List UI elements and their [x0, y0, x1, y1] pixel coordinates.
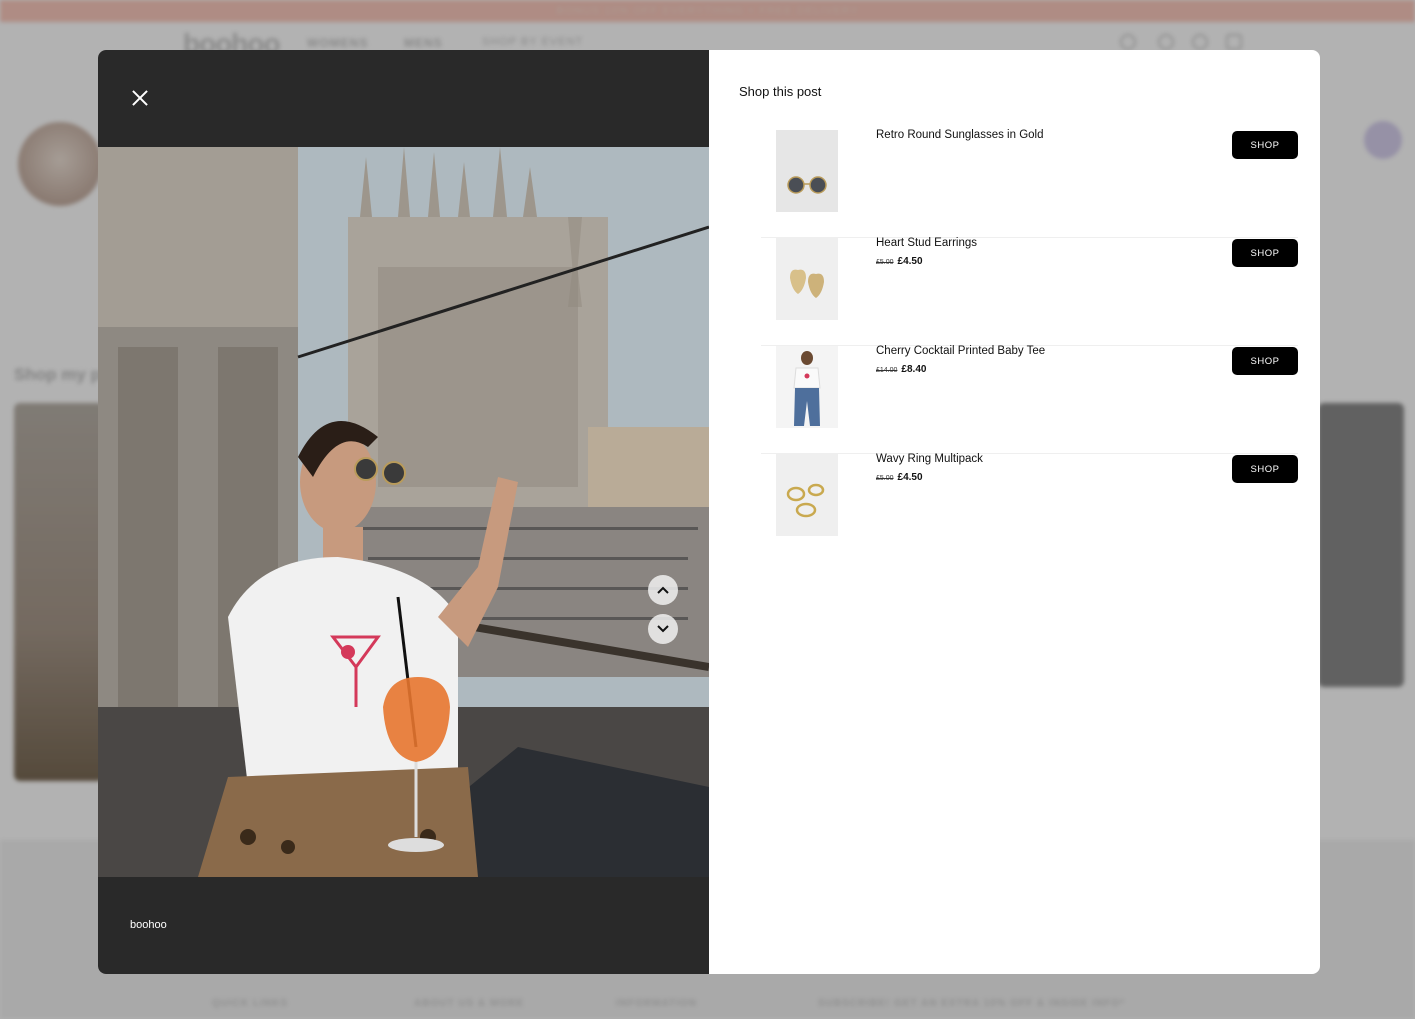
product-name[interactable]: Heart Stud Earrings — [876, 237, 977, 249]
products-pane: Shop this post Retro Round Sunglasses in… — [709, 50, 1320, 974]
post-photo — [98, 147, 709, 877]
product-thumbnail[interactable] — [776, 130, 838, 212]
product-name[interactable]: Retro Round Sunglasses in Gold — [876, 129, 1044, 141]
product-price: £5.00 £4.50 — [876, 256, 923, 267]
sale-price: £8.40 — [901, 364, 927, 375]
product-name[interactable]: Cherry Cocktail Printed Baby Tee — [876, 345, 1045, 357]
was-price: £5.00 — [876, 475, 894, 482]
product-price: £5.00 £4.50 — [876, 472, 923, 483]
shop-button[interactable]: SHOP — [1232, 131, 1298, 159]
shop-button[interactable]: SHOP — [1232, 347, 1298, 375]
product-thumbnail[interactable] — [776, 346, 838, 428]
product-item: Wavy Ring Multipack £5.00 £4.50 SHOP — [761, 453, 1298, 562]
product-item: Cherry Cocktail Printed Baby Tee £14.00 £… — [761, 345, 1298, 454]
product-list: Retro Round Sunglasses in Gold SHOP Hear… — [761, 129, 1298, 562]
shop-button[interactable]: SHOP — [1232, 239, 1298, 267]
shop-post-modal: boohoo Shop this post Retro Round Sungla… — [98, 50, 1320, 974]
product-name[interactable]: Wavy Ring Multipack — [876, 453, 983, 465]
product-item: Retro Round Sunglasses in Gold SHOP — [761, 129, 1298, 238]
next-arrow-icon[interactable] — [648, 614, 678, 644]
product-thumbnail[interactable] — [776, 454, 838, 536]
post-caption: boohoo — [130, 919, 167, 931]
was-price: £5.00 — [876, 259, 894, 266]
product-thumbnail[interactable] — [776, 238, 838, 320]
shop-title: Shop this post — [739, 84, 822, 99]
close-icon[interactable] — [126, 84, 154, 112]
product-item: Heart Stud Earrings £5.00 £4.50 SHOP — [761, 237, 1298, 346]
shop-button[interactable]: SHOP — [1232, 455, 1298, 483]
media-pane: boohoo — [98, 50, 709, 974]
sale-price: £4.50 — [897, 256, 923, 267]
product-price: £14.00 £8.40 — [876, 364, 926, 375]
sale-price: £4.50 — [897, 472, 923, 483]
previous-arrow-icon[interactable] — [648, 575, 678, 605]
was-price: £14.00 — [876, 367, 898, 374]
